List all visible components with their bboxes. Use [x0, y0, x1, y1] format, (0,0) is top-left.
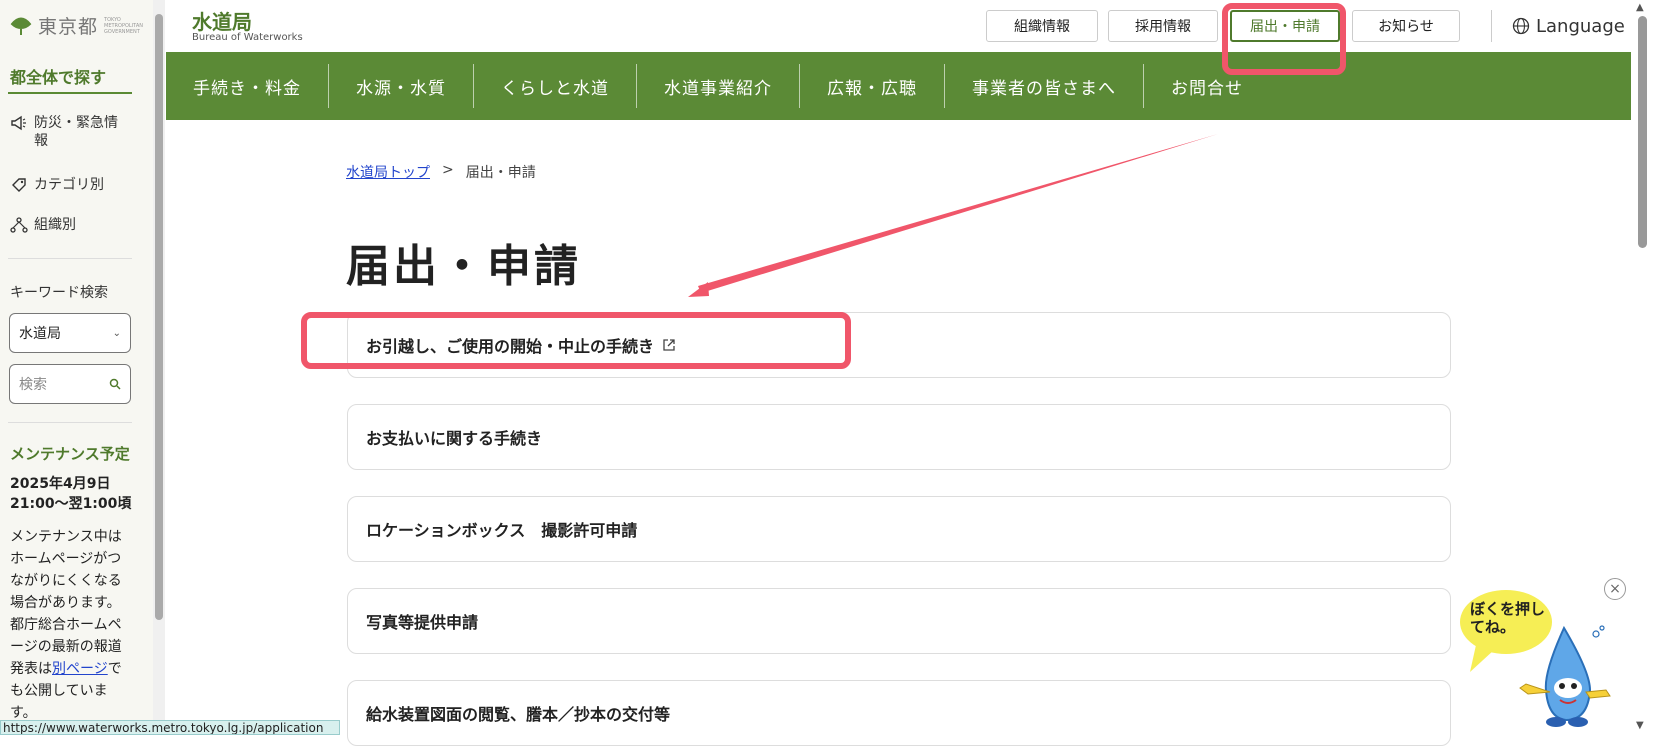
page-scrollbar[interactable]	[1631, 0, 1667, 735]
status-bar-url: https://www.waterworks.metro.tokyo.lg.jp…	[0, 720, 340, 735]
search-input[interactable]: 検索	[9, 364, 131, 404]
sidebar-divider	[8, 258, 132, 259]
sidebar-item-label: 防災・緊急情報	[34, 115, 118, 149]
sidebar-title-underline	[8, 92, 132, 94]
card-label: ロケーションボックス 撮影許可申請	[366, 521, 638, 540]
maintenance-title: メンテナンス予定	[10, 445, 130, 463]
left-sidebar: 東京都 TOKYO METROPOLITAN GOVERNMENT 都全体で探す…	[0, 0, 154, 735]
site-subtitle: Bureau of Waterworks	[192, 32, 303, 43]
sidebar-item-label: 組織別	[34, 217, 76, 233]
maintenance-text-1: メンテナンス中はホームページがつながりにくくなる場合があります。都庁総合ホームペ…	[10, 529, 122, 677]
site-title[interactable]: 水道局	[192, 6, 252, 35]
breadcrumb-current: 届出・申請	[465, 165, 536, 181]
card-label: 写真等提供申請	[366, 613, 479, 632]
header-button-recruitment[interactable]: 採用情報	[1108, 10, 1218, 42]
search-icon[interactable]	[109, 378, 121, 390]
maintenance-link[interactable]: 別ページ	[52, 661, 108, 677]
sidebar-item-disaster[interactable]: 防災・緊急情報	[10, 114, 130, 150]
mascot-bubble-text: ぼくを押してね。	[1470, 600, 1546, 636]
sidebar-scrollbar-thumb[interactable]	[155, 14, 163, 620]
nav-item-business-operators[interactable]: 事業者の皆さまへ	[945, 64, 1144, 108]
keyword-search-label: キーワード検索	[10, 285, 108, 301]
megaphone-icon	[11, 115, 26, 131]
site-header: 水道局 Bureau of Waterworks 組織情報 採用情報 届出・申請…	[166, 0, 1631, 52]
globe-icon	[1512, 17, 1530, 35]
global-nav: 手続き・料金 水源・水質 くらしと水道 水道事業紹介 広報・広聴 事業者の皆さま…	[166, 52, 1631, 120]
tokyo-logo[interactable]: 東京都 TOKYO METROPOLITAN GOVERNMENT	[10, 12, 143, 39]
card-photo-request[interactable]: 写真等提供申請	[347, 588, 1451, 654]
page-title: 届出・申請	[346, 241, 581, 292]
breadcrumb-separator: >	[442, 162, 454, 178]
nav-item-procedures[interactable]: 手続き・料金	[166, 64, 329, 108]
header-button-news[interactable]: お知らせ	[1352, 10, 1460, 42]
chevron-down-icon: ⌄	[112, 327, 121, 339]
sidebar-item-label: カテゴリ別	[34, 177, 104, 193]
logo-text: 東京都	[38, 16, 99, 38]
nav-item-water-source[interactable]: 水源・水質	[329, 64, 474, 108]
site-select[interactable]: 水道局 ⌄	[9, 313, 131, 353]
ginkgo-logo-icon	[10, 17, 32, 35]
scroll-up-icon[interactable]: ▲	[1636, 2, 1644, 13]
nav-item-pr[interactable]: 広報・広聴	[800, 64, 945, 108]
sidebar-item-category[interactable]: カテゴリ別	[10, 176, 130, 194]
sidebar-item-organization[interactable]: 組織別	[10, 216, 130, 234]
sidebar-divider	[8, 422, 132, 423]
header-button-organization[interactable]: 組織情報	[986, 10, 1098, 42]
language-selector[interactable]: Language	[1491, 10, 1625, 42]
maintenance-date: 2025年4月9日 21:00〜翌1:00頃	[10, 476, 132, 512]
maintenance-body: メンテナンス中はホームページがつながりにくくなる場合があります。都庁総合ホームペ…	[10, 526, 132, 724]
nav-item-business-intro[interactable]: 水道事業紹介	[637, 64, 800, 108]
site-select-value: 水道局	[19, 326, 61, 342]
card-payment-procedures[interactable]: お支払いに関する手続き	[347, 404, 1451, 470]
breadcrumb: 水道局トップ > 届出・申請	[346, 162, 536, 182]
tag-icon	[12, 178, 26, 192]
language-label: Language	[1536, 15, 1625, 37]
sidebar-section-title: 都全体で探す	[10, 68, 107, 87]
nav-item-daily-life[interactable]: くらしと水道	[474, 64, 637, 108]
card-label: お支払いに関する手続き	[366, 429, 543, 448]
search-placeholder: 検索	[19, 377, 47, 393]
scroll-down-icon[interactable]: ▼	[1636, 720, 1644, 731]
card-label: 給水装置図面の閲覧、謄本／抄本の交付等	[366, 705, 671, 724]
annotation-highlight-card	[301, 312, 851, 369]
breadcrumb-home-link[interactable]: 水道局トップ	[346, 162, 430, 182]
card-water-supply-drawings[interactable]: 給水装置図面の閲覧、謄本／抄本の交付等	[347, 680, 1451, 746]
page-scrollbar-thumb[interactable]	[1638, 16, 1647, 248]
org-chart-icon	[10, 217, 28, 233]
annotation-highlight-header-button	[1222, 3, 1346, 75]
logo-en: TOKYO METROPOLITAN GOVERNMENT	[104, 16, 143, 35]
card-location-box[interactable]: ロケーションボックス 撮影許可申請	[347, 496, 1451, 562]
